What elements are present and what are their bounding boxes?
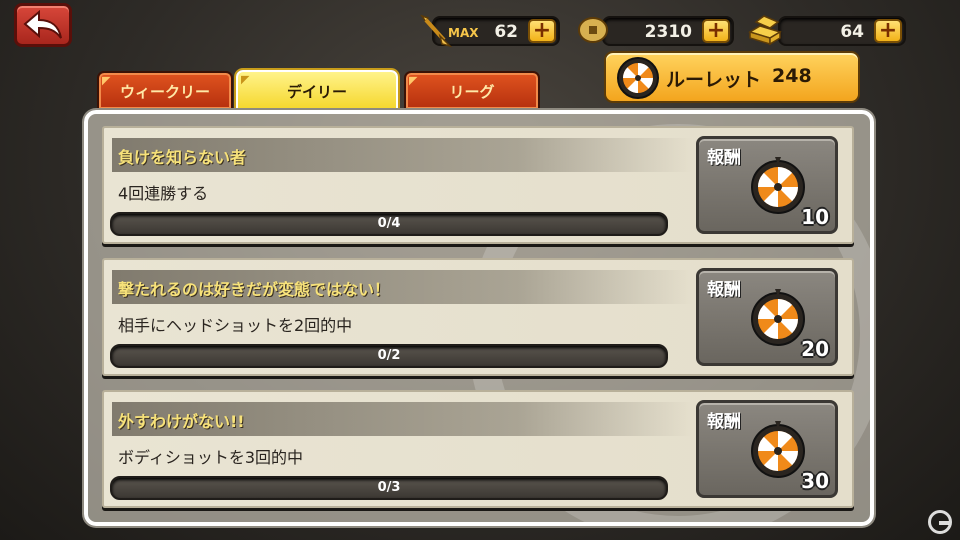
coin-plus-button[interactable]: +	[702, 19, 730, 43]
reward-box: 報酬 10	[696, 136, 838, 234]
reward-label: 報酬	[707, 148, 741, 168]
roulette-counter[interactable]: ルーレット 248	[604, 51, 860, 103]
back-button[interactable]	[14, 3, 72, 47]
reward-box: 報酬 30	[696, 400, 838, 498]
reward-box: 報酬 20	[696, 268, 838, 366]
mission-progress-bar: 0/4	[110, 212, 668, 236]
back-arrow-icon	[23, 10, 62, 39]
arrow-icon	[420, 14, 452, 48]
gold-bars-icon	[748, 15, 782, 46]
reward-amount: 30	[801, 469, 829, 493]
tab-daily[interactable]: ◤ デイリー	[236, 70, 398, 112]
roulette-wheel-icon	[751, 289, 805, 346]
mission-progress-bar: 0/3	[110, 476, 668, 500]
reward-amount: 20	[801, 337, 829, 361]
reward-label: 報酬	[707, 412, 741, 432]
mission-card: 外すわけがない!! ボディショットを3回的中 0/3 報酬 30	[102, 390, 854, 508]
tab-league-label: リーグ	[449, 82, 495, 101]
reward-amount: 10	[801, 205, 829, 229]
mission-title: 負けを知らない者	[118, 148, 247, 167]
gold-plus-button[interactable]: +	[874, 19, 902, 43]
mission-description: 相手にヘッドショットを2回的中	[118, 316, 353, 335]
roulette-wheel-icon	[751, 157, 805, 214]
coin-counter: 2310 +	[602, 16, 734, 46]
mission-description: ボディショットを3回的中	[118, 448, 304, 467]
reward-label: 報酬	[707, 280, 741, 300]
stamina-plus-button[interactable]: +	[528, 19, 556, 43]
tab-league[interactable]: ◤ リーグ	[404, 71, 540, 111]
stamina-value: 62	[494, 22, 518, 42]
mission-progress-text: 0/2	[377, 348, 401, 363]
tab-daily-label: デイリー	[286, 82, 347, 101]
roulette-wheel-icon	[751, 421, 805, 478]
mission-title: 外すわけがない!!	[118, 412, 245, 431]
mission-title: 撃たれるのは好きだが変態ではない！	[118, 280, 391, 299]
coin-icon	[578, 17, 608, 43]
mission-description: 4回連勝する	[118, 184, 209, 203]
mission-progress-text: 0/3	[377, 480, 401, 495]
tab-weekly-label: ウィークリー	[119, 82, 210, 101]
mission-card: 負けを知らない者 4回連勝する 0/4 報酬 10	[102, 126, 854, 244]
coin-value: 2310	[644, 22, 692, 42]
watermark-logo	[928, 510, 952, 534]
tab-weekly[interactable]: ◤ ウィークリー	[97, 71, 233, 111]
roulette-wheel-icon	[617, 57, 659, 99]
mission-progress-bar: 0/2	[110, 344, 668, 368]
roulette-count: 248	[772, 65, 812, 87]
gold-counter: 64 +	[778, 16, 906, 46]
mission-card: 撃たれるのは好きだが変態ではない！ 相手にヘッドショットを2回的中 0/2 報酬…	[102, 258, 854, 376]
stamina-max-label: MAX	[448, 26, 479, 40]
roulette-label: ルーレット	[666, 69, 762, 91]
gold-value: 64	[840, 22, 864, 42]
mission-progress-text: 0/4	[377, 216, 401, 231]
